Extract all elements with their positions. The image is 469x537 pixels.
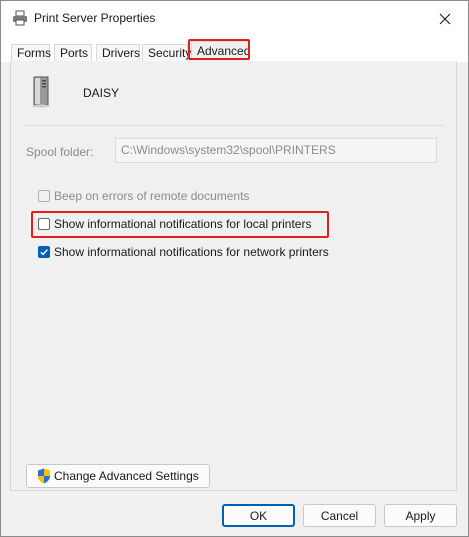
tab-ports[interactable]: Ports bbox=[54, 44, 92, 62]
spool-folder-label: Spool folder: bbox=[26, 145, 94, 159]
server-name: DAISY bbox=[83, 86, 120, 100]
tab-drivers[interactable]: Drivers bbox=[96, 44, 140, 62]
local-notifications-option[interactable]: Show informational notifications for loc… bbox=[38, 216, 311, 232]
network-notifications-label[interactable]: Show informational notifications for net… bbox=[54, 245, 329, 259]
uac-shield-icon bbox=[38, 468, 50, 484]
cancel-button[interactable]: Cancel bbox=[303, 504, 376, 527]
ok-button[interactable]: OK bbox=[222, 504, 295, 527]
title-bar: Print Server Properties bbox=[1, 1, 468, 36]
window-title: Print Server Properties bbox=[34, 11, 156, 25]
spool-folder-field: C:\Windows\system32\spool\PRINTERS bbox=[115, 138, 437, 163]
beep-on-errors-option: Beep on errors of remote documents bbox=[38, 188, 249, 204]
divider bbox=[24, 125, 444, 126]
server-icon bbox=[32, 76, 50, 108]
change-advanced-settings-label: Change Advanced Settings bbox=[54, 469, 199, 483]
beep-on-errors-checkbox bbox=[38, 190, 50, 202]
apply-button[interactable]: Apply bbox=[384, 504, 457, 527]
tab-security[interactable]: Security bbox=[142, 44, 191, 62]
local-notifications-label[interactable]: Show informational notifications for loc… bbox=[54, 217, 311, 231]
checkmark-icon bbox=[40, 249, 48, 256]
local-notifications-checkbox[interactable] bbox=[38, 218, 50, 230]
tab-forms[interactable]: Forms bbox=[11, 44, 51, 62]
close-button[interactable] bbox=[422, 1, 468, 36]
network-notifications-checkbox[interactable] bbox=[38, 246, 50, 258]
beep-on-errors-label: Beep on errors of remote documents bbox=[54, 189, 250, 203]
change-advanced-settings-button[interactable]: Change Advanced Settings bbox=[26, 464, 210, 488]
printer-icon bbox=[13, 10, 27, 26]
network-notifications-option[interactable]: Show informational notifications for net… bbox=[38, 244, 329, 260]
close-icon bbox=[439, 13, 451, 24]
advanced-tab-highlight bbox=[188, 39, 250, 60]
